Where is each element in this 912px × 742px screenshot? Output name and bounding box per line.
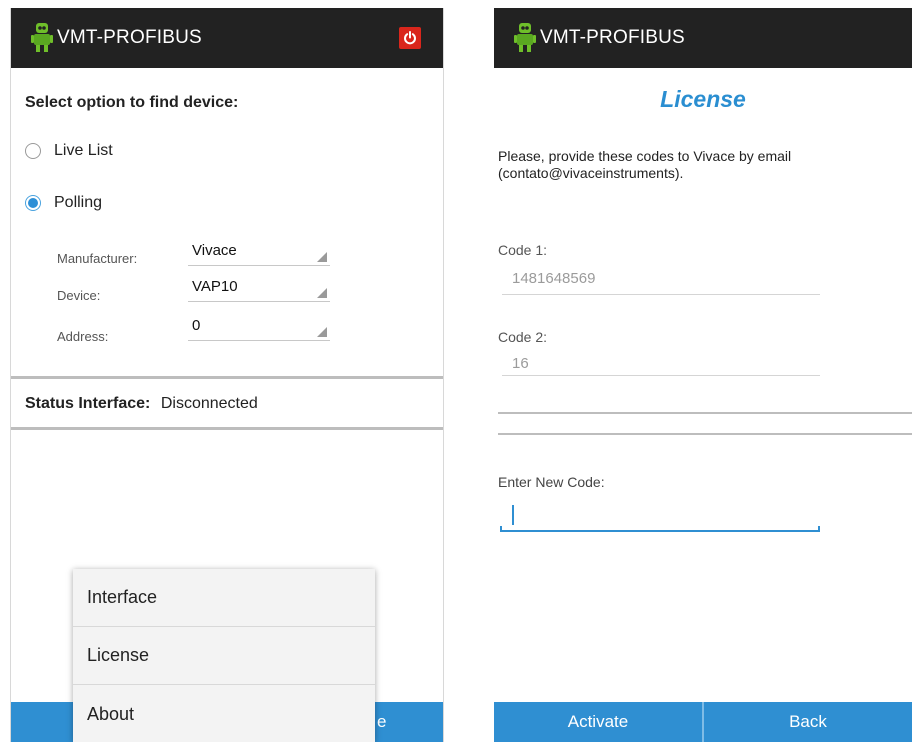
status-value: Disconnected <box>160 395 258 412</box>
code2-label: Code 2: <box>498 329 548 345</box>
device-spinner[interactable]: VAP10 <box>188 276 330 302</box>
new-code-label: Enter New Code: <box>498 474 605 490</box>
new-code-input[interactable] <box>500 502 820 532</box>
activate-button[interactable]: Activate <box>494 702 702 742</box>
live-list-label: Live List <box>54 142 113 159</box>
bottom-action-bar: Activate Back <box>494 702 912 742</box>
back-button[interactable]: Back <box>704 702 912 742</box>
device-value: VAP10 <box>192 278 238 295</box>
menu-item-license[interactable]: License <box>73 627 375 685</box>
address-label: Address: <box>57 329 109 344</box>
polling-radio[interactable] <box>25 195 41 211</box>
power-icon <box>404 31 416 45</box>
code1-value: 1481648569 <box>512 270 596 287</box>
text-cursor <box>512 505 514 525</box>
address-value: 0 <box>192 317 201 334</box>
code1-underline <box>502 294 820 295</box>
device-label: Device: <box>57 288 101 303</box>
input-edge-mark <box>818 526 820 532</box>
menu-item-about[interactable]: About <box>73 685 375 742</box>
manufacturer-spinner[interactable]: Vivace <box>188 240 330 266</box>
bottom-bar-text: e <box>377 712 387 731</box>
license-screen: VMT-PROFIBUS License Please, provide the… <box>494 8 912 742</box>
code2-underline <box>502 375 820 376</box>
input-edge-mark <box>500 526 502 532</box>
find-device-heading: Select option to find device: <box>25 94 239 111</box>
power-button[interactable] <box>399 27 421 49</box>
divider <box>498 412 912 414</box>
app-title-bar: VMT-PROFIBUS <box>494 8 912 68</box>
manufacturer-value: Vivace <box>192 242 237 259</box>
divider <box>498 433 912 435</box>
code2-value: 16 <box>512 355 529 372</box>
page-title: License <box>660 86 746 112</box>
manufacturer-label: Manufacturer: <box>57 251 138 266</box>
status-interface: Status Interface: Disconnected <box>25 395 258 413</box>
app-title: VMT-PROFIBUS <box>57 27 202 48</box>
dropdown-arrow-icon <box>317 288 327 298</box>
code1-label: Code 1: <box>498 242 548 258</box>
dropdown-arrow-icon <box>317 252 327 262</box>
address-spinner[interactable]: 0 <box>188 315 330 341</box>
menu-item-interface[interactable]: Interface <box>73 569 375 627</box>
option-live-list[interactable]: Live List <box>25 142 113 160</box>
options-menu: Interface License About <box>73 569 375 742</box>
divider <box>11 376 443 379</box>
dropdown-arrow-icon <box>317 327 327 337</box>
option-polling[interactable]: Polling <box>25 194 102 212</box>
polling-label: Polling <box>54 194 103 211</box>
app-title: VMT-PROFIBUS <box>540 27 685 48</box>
divider <box>11 427 443 430</box>
license-instructions: Please, provide these codes to Vivace by… <box>498 148 792 181</box>
app-title-bar: VMT-PROFIBUS <box>11 8 443 68</box>
live-list-radio[interactable] <box>25 143 41 159</box>
status-label: Status Interface: <box>25 395 151 412</box>
device-search-screen: VMT-PROFIBUS Select option to find devic… <box>10 8 444 742</box>
robot-logo-icon <box>514 23 536 53</box>
robot-logo-icon <box>31 23 53 53</box>
